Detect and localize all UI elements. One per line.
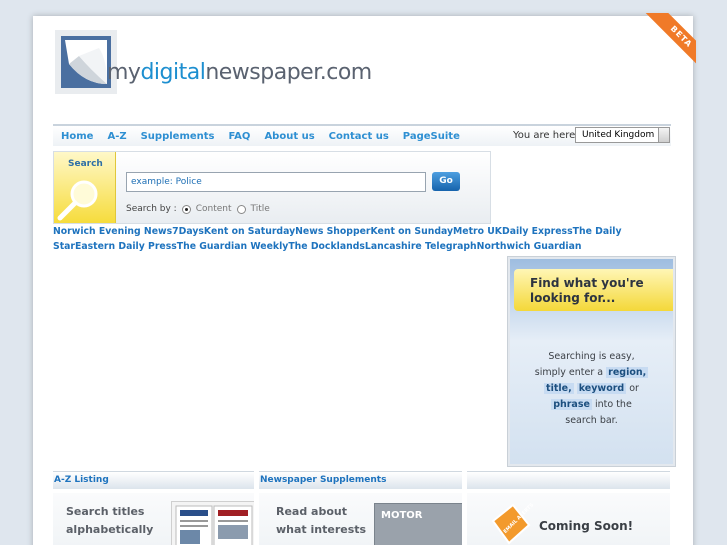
page-container: mydigitalnewspaper.com BETA Home A-Z Sup…: [33, 13, 696, 545]
promo-title: Find what you're looking for...: [514, 269, 673, 311]
coming-soon-text: Coming Soon!: [539, 519, 634, 533]
nav-faq[interactable]: FAQ: [229, 131, 251, 142]
search-promo-banner[interactable]: Find what you're looking for... Searchin…: [507, 256, 676, 467]
link-newspaper[interactable]: 7Days: [172, 226, 204, 237]
supplements-line2: what interests: [276, 523, 367, 536]
nav-contact-us[interactable]: Contact us: [329, 131, 389, 142]
newspaper-links: Norwich Evening News7DaysKent on Saturda…: [53, 224, 673, 254]
nav-a-z[interactable]: A-Z: [107, 131, 126, 142]
radio-content-label[interactable]: Content: [196, 204, 232, 214]
search-by-row: Search by : Content Title: [126, 204, 270, 214]
supplements-line1: Read about: [276, 505, 348, 518]
region-label: You are here..: [513, 130, 582, 141]
search-input[interactable]: [126, 172, 426, 192]
chevron-down-icon[interactable]: [658, 128, 669, 142]
promo-title-line2: looking for...: [530, 291, 616, 305]
site-logo[interactable]: mydigitalnewspaper.com: [55, 30, 372, 100]
promo-line4-post: into the: [594, 399, 632, 410]
az-listing-panel[interactable]: Search titles alphabetically: [53, 493, 254, 545]
radio-title-label[interactable]: Title: [251, 204, 270, 214]
promo-phrase: phrase: [551, 399, 592, 410]
promo-region: region,: [606, 367, 649, 378]
promo-or: or: [629, 383, 639, 394]
supplements-text: Read about what interests: [276, 503, 366, 539]
logo-digital: digital: [140, 60, 206, 85]
email-alerts-panel: EMAIL ALERTS Coming Soon!: [467, 493, 670, 545]
link-newspaper[interactable]: Lancashire Telegraph: [365, 241, 477, 252]
link-newspaper[interactable]: Metro UK: [453, 226, 502, 237]
promo-title-line1: Find what you're: [530, 276, 644, 290]
promo-keyword: keyword: [576, 383, 627, 394]
newspaper-thumbnail: [171, 501, 254, 545]
az-listing-text: Search titles alphabetically: [66, 503, 153, 539]
promo-title-word: title,: [544, 383, 574, 394]
nav-supplements[interactable]: Supplements: [141, 131, 215, 142]
main-nav: Home A-Z Supplements FAQ About us Contac…: [53, 124, 671, 146]
search-by-label: Search by :: [126, 204, 177, 214]
promo-line5: search bar.: [565, 415, 618, 426]
region-select-value: United Kingdom: [582, 130, 655, 140]
supplements-panel[interactable]: Read about what interests MOTOR: [259, 493, 462, 545]
promo-line1: Searching is easy,: [548, 351, 635, 362]
promo-body: Searching is easy, simply enter a region…: [510, 349, 673, 429]
nav-pagesuite[interactable]: PageSuite: [403, 131, 460, 142]
link-newspaper[interactable]: Eastern Daily Press: [75, 241, 177, 252]
logo-my: my: [107, 60, 141, 85]
beta-label: BETA: [643, 13, 696, 75]
search-side-panel: Search: [54, 152, 116, 223]
link-newspaper[interactable]: Norwich Evening News: [53, 226, 172, 237]
link-newspaper[interactable]: News Shopper: [295, 226, 370, 237]
link-newspaper[interactable]: Daily Express: [502, 226, 573, 237]
logo-newspaper: newspaper.com: [205, 60, 372, 85]
az-line2: alphabetically: [66, 523, 154, 536]
link-newspaper[interactable]: Northwich Guardian: [477, 241, 582, 252]
radio-title[interactable]: [236, 204, 246, 214]
radio-content[interactable]: [181, 204, 191, 214]
link-newspaper[interactable]: The Docklands: [288, 241, 365, 252]
motor-label: MOTOR: [381, 510, 423, 521]
logo-wordmark: mydigitalnewspaper.com: [107, 60, 372, 85]
region-select[interactable]: United Kingdom: [575, 127, 670, 143]
nav-home[interactable]: Home: [61, 131, 93, 142]
supplements-heading[interactable]: Newspaper Supplements: [259, 471, 462, 489]
link-newspaper[interactable]: Kent on Saturday: [204, 226, 295, 237]
az-listing-heading[interactable]: A-Z Listing: [53, 471, 254, 489]
alerts-heading: [467, 471, 670, 489]
promo-line2-pre: simply enter a: [534, 367, 604, 378]
link-newspaper[interactable]: Kent on Sunday: [371, 226, 454, 237]
beta-ribbon: BETA: [632, 13, 696, 77]
az-line1: Search titles: [66, 505, 145, 518]
nav-about-us[interactable]: About us: [264, 131, 314, 142]
email-alerts-icon: EMAIL ALERTS: [491, 502, 533, 545]
newspaper-stack-icon: [175, 505, 253, 545]
motor-supplement-thumbnail: MOTOR: [374, 503, 462, 545]
go-button[interactable]: Go: [432, 172, 460, 191]
magnifier-icon: [57, 180, 98, 221]
search-panel: Search Go Search by : Content Title: [53, 151, 491, 224]
link-newspaper[interactable]: The Guardian Weekly: [177, 241, 289, 252]
